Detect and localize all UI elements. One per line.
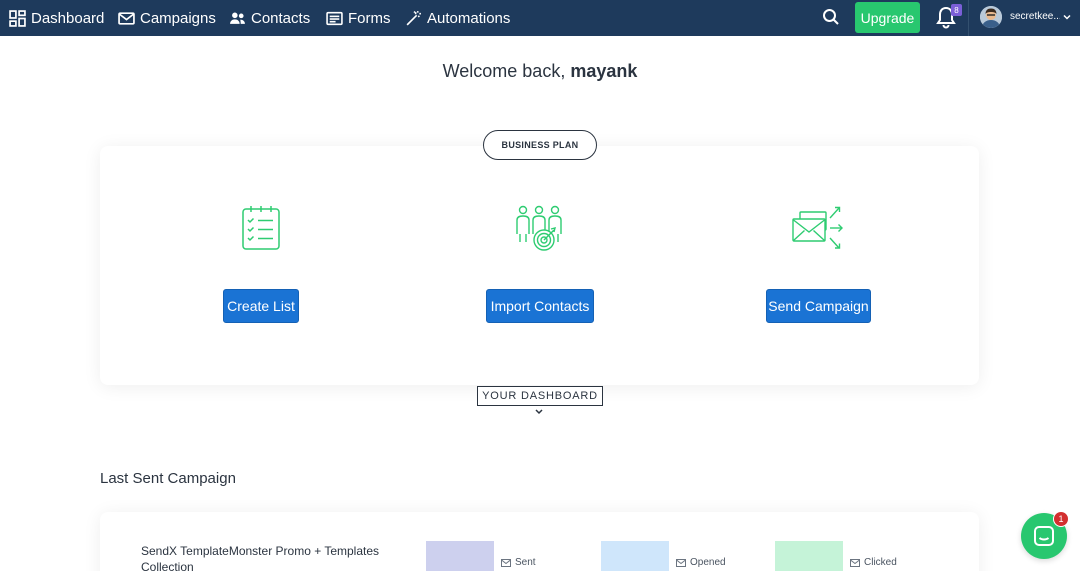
welcome-prefix: Welcome back, xyxy=(442,61,571,81)
nav-forms[interactable]: Forms xyxy=(326,0,391,36)
nav-forms-label: Forms xyxy=(348,9,391,27)
nav-automations[interactable]: Automations xyxy=(405,0,510,36)
nav-dashboard-label: Dashboard xyxy=(31,9,105,27)
campaign-name[interactable]: SendX TemplateMonster Promo + Templates … xyxy=(141,543,381,571)
opened-label-text: Opened xyxy=(690,557,726,568)
welcome-user-name: mayank xyxy=(570,61,638,81)
user-name[interactable]: secretkee... xyxy=(1010,11,1060,22)
nav-contacts[interactable]: Contacts xyxy=(229,0,310,36)
avatar-image xyxy=(980,6,1002,28)
quick-actions-card xyxy=(100,146,979,385)
welcome-heading: Welcome back, mayank xyxy=(0,61,1080,82)
opened-stat-chart xyxy=(601,541,669,571)
clicked-label-text: Clicked xyxy=(864,557,897,568)
send-campaign-button[interactable]: Send Campaign xyxy=(766,289,871,323)
grid-icon xyxy=(9,9,26,27)
opened-stat-label: Opened xyxy=(676,557,726,568)
clicked-stat-chart xyxy=(775,541,843,571)
magic-wand-icon xyxy=(406,10,421,25)
nav-dashboard[interactable]: Dashboard xyxy=(9,0,104,36)
nav-divider xyxy=(968,0,969,36)
chat-unread-badge: 1 xyxy=(1053,511,1069,527)
search-icon[interactable] xyxy=(822,8,840,26)
nav-contacts-label: Contacts xyxy=(251,9,311,27)
notification-badge: 8 xyxy=(951,4,962,16)
import-contacts-button[interactable]: Import Contacts xyxy=(486,289,594,323)
chat-icon xyxy=(1034,526,1054,546)
people-target-icon xyxy=(516,205,562,251)
form-icon xyxy=(326,11,343,25)
checklist-icon xyxy=(242,206,280,250)
last-sent-campaign-title: Last Sent Campaign xyxy=(100,470,236,487)
envelope-icon xyxy=(676,558,686,567)
chevron-down-icon[interactable] xyxy=(534,408,544,416)
your-dashboard-label: YOUR DASHBOARD xyxy=(477,386,603,406)
nav-campaigns-label: Campaigns xyxy=(140,9,216,27)
sent-stat-label: Sent xyxy=(501,557,536,568)
top-navbar: Dashboard Campaigns Contacts Forms Autom… xyxy=(0,0,1080,36)
nav-automations-label: Automations xyxy=(427,9,511,27)
envelope-icon xyxy=(501,558,511,567)
sent-stat-chart xyxy=(426,541,494,571)
create-list-button[interactable]: Create List xyxy=(223,289,299,323)
users-icon xyxy=(230,12,245,24)
upgrade-button[interactable]: Upgrade xyxy=(855,2,920,33)
envelope-icon xyxy=(118,11,135,25)
chevron-down-icon[interactable] xyxy=(1062,12,1072,22)
plan-badge: BUSINESS PLAN xyxy=(483,130,597,160)
nav-campaigns[interactable]: Campaigns xyxy=(118,0,216,36)
sent-label-text: Sent xyxy=(515,557,536,568)
clicked-stat-label: Clicked xyxy=(850,557,897,568)
envelope-arrows-icon xyxy=(792,206,843,249)
avatar[interactable] xyxy=(980,6,1002,28)
envelope-icon xyxy=(850,558,860,567)
